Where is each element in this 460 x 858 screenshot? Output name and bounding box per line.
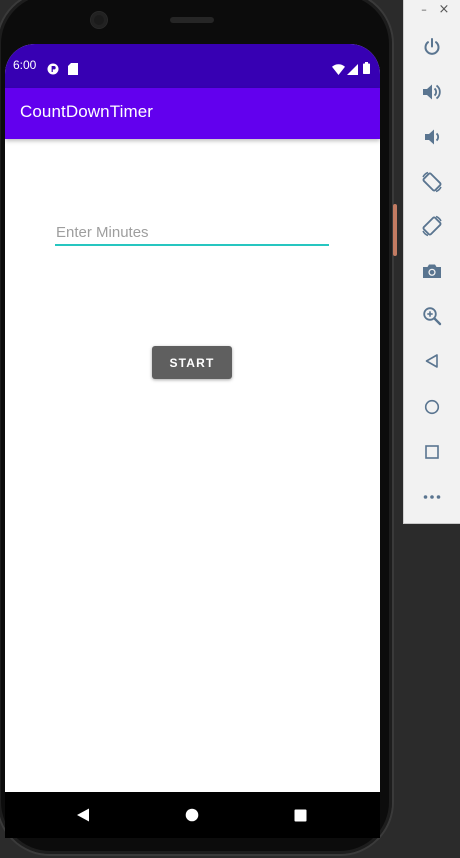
more-icon [423,495,441,499]
overview-button[interactable] [420,440,444,464]
nav-back-button[interactable] [72,804,94,826]
minimize-button[interactable]: – [417,3,431,17]
back-icon [425,354,438,368]
earpiece-speaker [170,17,214,23]
rotate-left-button[interactable] [420,170,444,194]
volume-up-button[interactable] [420,80,444,104]
volume-down-icon [425,129,440,145]
minutes-input[interactable] [55,220,329,246]
start-button[interactable]: START [152,346,232,379]
app-title: CountDownTimer [20,102,154,121]
recents-icon [294,809,306,821]
home-icon [185,808,199,822]
volume-up-icon [423,84,441,100]
rotate-left-icon [422,171,442,193]
wifi-icon [332,60,345,79]
emulator-window: 6:00 CountDownTimer Enter Minutes START … [0,0,460,858]
rotate-right-icon [422,215,442,237]
sd-card-icon [68,60,78,79]
home-icon [424,399,440,415]
nav-home-button[interactable] [181,804,203,826]
battery-icon [363,59,370,78]
power-icon [424,38,440,55]
camera-icon [423,264,441,278]
status-bar: 6:00 [5,44,380,88]
rotate-right-button[interactable] [420,214,444,238]
home-button[interactable] [420,395,444,419]
zoom-button[interactable] [420,304,444,328]
back-icon [77,808,89,822]
overview-icon [425,445,439,459]
status-time: 6:00 [13,58,37,72]
nav-recents-button[interactable] [289,804,311,826]
back-button[interactable] [420,349,444,373]
more-button[interactable] [420,485,444,509]
zoom-icon [423,307,442,326]
navigation-bar [5,792,380,838]
front-camera [91,12,107,28]
volume-down-button[interactable] [420,125,444,149]
app-bar: CountDownTimer [5,88,380,139]
notification-p-icon [47,60,59,79]
screenshot-button[interactable] [420,259,444,283]
device-screen: 6:00 CountDownTimer Enter Minutes START [5,44,380,820]
phone-side-key[interactable] [393,204,397,256]
emulator-toolbar: – × [403,0,460,524]
signal-icon [347,60,358,79]
close-button[interactable]: × [437,3,451,17]
power-button[interactable] [420,35,444,59]
